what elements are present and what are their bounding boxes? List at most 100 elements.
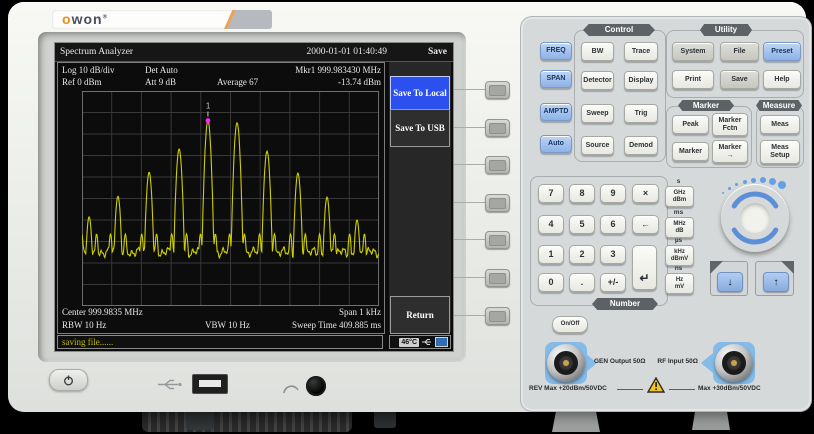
softkey-4[interactable]	[485, 194, 510, 212]
digit-3-key[interactable]: 3	[600, 245, 626, 264]
down-arrow-frame: ↓	[710, 261, 748, 296]
print-button[interactable]: Print	[672, 70, 714, 89]
brand-logo: owon®	[52, 10, 272, 29]
digit-6-key[interactable]: 6	[600, 215, 626, 234]
detector-readout: Det Auto	[145, 64, 178, 76]
khz-dbmv-key[interactable]: kHz dBmV	[665, 245, 694, 266]
gen-onoff-button[interactable]: On/Off	[552, 316, 588, 333]
center-freq-readout: Center 999.9835 MHz	[62, 306, 143, 318]
trace-button[interactable]: Trace	[624, 42, 658, 61]
help-button[interactable]: Help	[763, 70, 801, 89]
menu-save-to-usb[interactable]: Save To USB	[390, 109, 450, 147]
detector-button[interactable]: Detector	[581, 71, 614, 90]
status-message: saving file......	[62, 336, 113, 348]
status-icon-bar: 46°C	[389, 335, 451, 349]
menu-save-to-local[interactable]: Save To Local	[390, 76, 450, 111]
softkey-6[interactable]	[485, 269, 510, 287]
headphone-jack[interactable]	[306, 376, 326, 396]
knob-dot	[751, 178, 756, 183]
gen-output-label: GEN Output 50Ω	[594, 358, 645, 365]
rf-input-label: RF Input 50Ω	[648, 358, 698, 365]
softkey-cap	[489, 235, 506, 246]
unit-tag-us: µs	[665, 237, 692, 244]
marker-to-button[interactable]: Marker →	[712, 140, 748, 163]
hz-mv-key[interactable]: Hz mV	[665, 273, 694, 294]
digit-0-key[interactable]: 0	[538, 273, 564, 292]
unit-tag-ns: ns	[665, 265, 692, 272]
decimal-key[interactable]: .	[569, 273, 595, 292]
power-icon	[63, 375, 74, 386]
multiply-key[interactable]: ×	[632, 184, 659, 203]
temperature-badge: 46°C	[399, 338, 419, 347]
marker-level-readout: -13.74 dBm	[281, 76, 381, 88]
backspace-key[interactable]: ←	[632, 215, 659, 234]
down-arrow-button[interactable]: ↓	[717, 272, 743, 292]
preset-button[interactable]: Preset	[763, 42, 801, 61]
menu-return[interactable]: Return	[390, 296, 450, 334]
softkey-2[interactable]	[485, 119, 510, 137]
digit-5-key[interactable]: 5	[569, 215, 595, 234]
marker-button[interactable]: Marker	[672, 142, 709, 161]
attenuation-readout: Att 9 dB	[145, 76, 176, 88]
knob-dot	[760, 177, 766, 183]
mhz-db-key[interactable]: MHz dB	[665, 217, 694, 238]
rf-badge-pointer	[701, 353, 713, 373]
up-arrow-button[interactable]: ↑	[763, 272, 789, 292]
softkey-1[interactable]	[485, 81, 510, 99]
utility-group-label: Utility	[700, 24, 752, 36]
span-button[interactable]: SPAN	[540, 70, 572, 88]
save-button[interactable]: Save	[720, 70, 759, 89]
system-button[interactable]: System	[672, 42, 714, 61]
digit-9-key[interactable]: 9	[600, 184, 626, 203]
enter-key[interactable]: ↵	[632, 245, 657, 290]
softmenu-panel: Save To Local Save To USB Return	[389, 62, 451, 332]
meas-setup-button[interactable]: Meas Setup	[760, 140, 800, 164]
plus-minus-key[interactable]: +/-	[600, 273, 626, 292]
screen-datetime: 2000-01-01 01:40:49	[205, 46, 387, 58]
softkey-cap	[489, 160, 506, 171]
softkey-line	[454, 127, 485, 128]
digit-2-key[interactable]: 2	[569, 245, 595, 264]
usb-status-icon	[421, 338, 433, 346]
sweep-button[interactable]: Sweep	[581, 104, 614, 123]
demod-button[interactable]: Demod	[624, 136, 658, 155]
amptd-button[interactable]: AMPTD	[540, 103, 572, 121]
digit-1-key[interactable]: 1	[538, 245, 564, 264]
softkey-3[interactable]	[485, 156, 510, 174]
usb-port[interactable]	[192, 374, 228, 394]
max-input-label: Max +30dBm/50VDC	[698, 385, 761, 392]
softkey-cap	[489, 85, 506, 96]
trig-button[interactable]: Trig	[624, 104, 658, 123]
span-readout: Span 1 kHz	[275, 306, 381, 318]
marker-fctn-button[interactable]: Marker Fctn	[712, 113, 748, 136]
auto-button[interactable]: Auto	[540, 135, 572, 153]
logo-stripe	[223, 10, 272, 29]
bw-button[interactable]: BW	[581, 42, 614, 61]
usb-port-tab	[199, 380, 221, 387]
ghz-dbm-key[interactable]: GHz dBm	[665, 186, 694, 207]
softkey-line	[454, 277, 485, 278]
softkey-5[interactable]	[485, 231, 510, 249]
file-button[interactable]: File	[720, 42, 759, 61]
spectrum-plot: 1	[82, 91, 379, 306]
digit-8-key[interactable]: 8	[569, 184, 595, 203]
unit-tag-s: s	[665, 178, 692, 185]
softkey-line	[454, 89, 485, 90]
digit-4-key[interactable]: 4	[538, 215, 564, 234]
peak-button[interactable]: Peak	[672, 115, 709, 134]
screen-title: Spectrum Analyzer	[60, 46, 133, 58]
softkey-line	[454, 202, 485, 203]
softkey-7[interactable]	[485, 307, 510, 325]
status-message-bar: saving file......	[57, 335, 383, 349]
freq-button[interactable]: FREQ	[540, 42, 572, 60]
headphone-icon	[282, 380, 300, 395]
display-button[interactable]: Display	[624, 71, 658, 90]
softkey-line	[454, 315, 485, 316]
softkey-cap	[489, 273, 506, 284]
digit-7-key[interactable]: 7	[538, 184, 564, 203]
average-readout: Average 67	[217, 76, 258, 88]
source-button[interactable]: Source	[581, 136, 614, 155]
marker-label: 1	[206, 102, 211, 111]
power-button[interactable]	[49, 369, 88, 391]
meas-button[interactable]: Meas	[760, 115, 800, 134]
